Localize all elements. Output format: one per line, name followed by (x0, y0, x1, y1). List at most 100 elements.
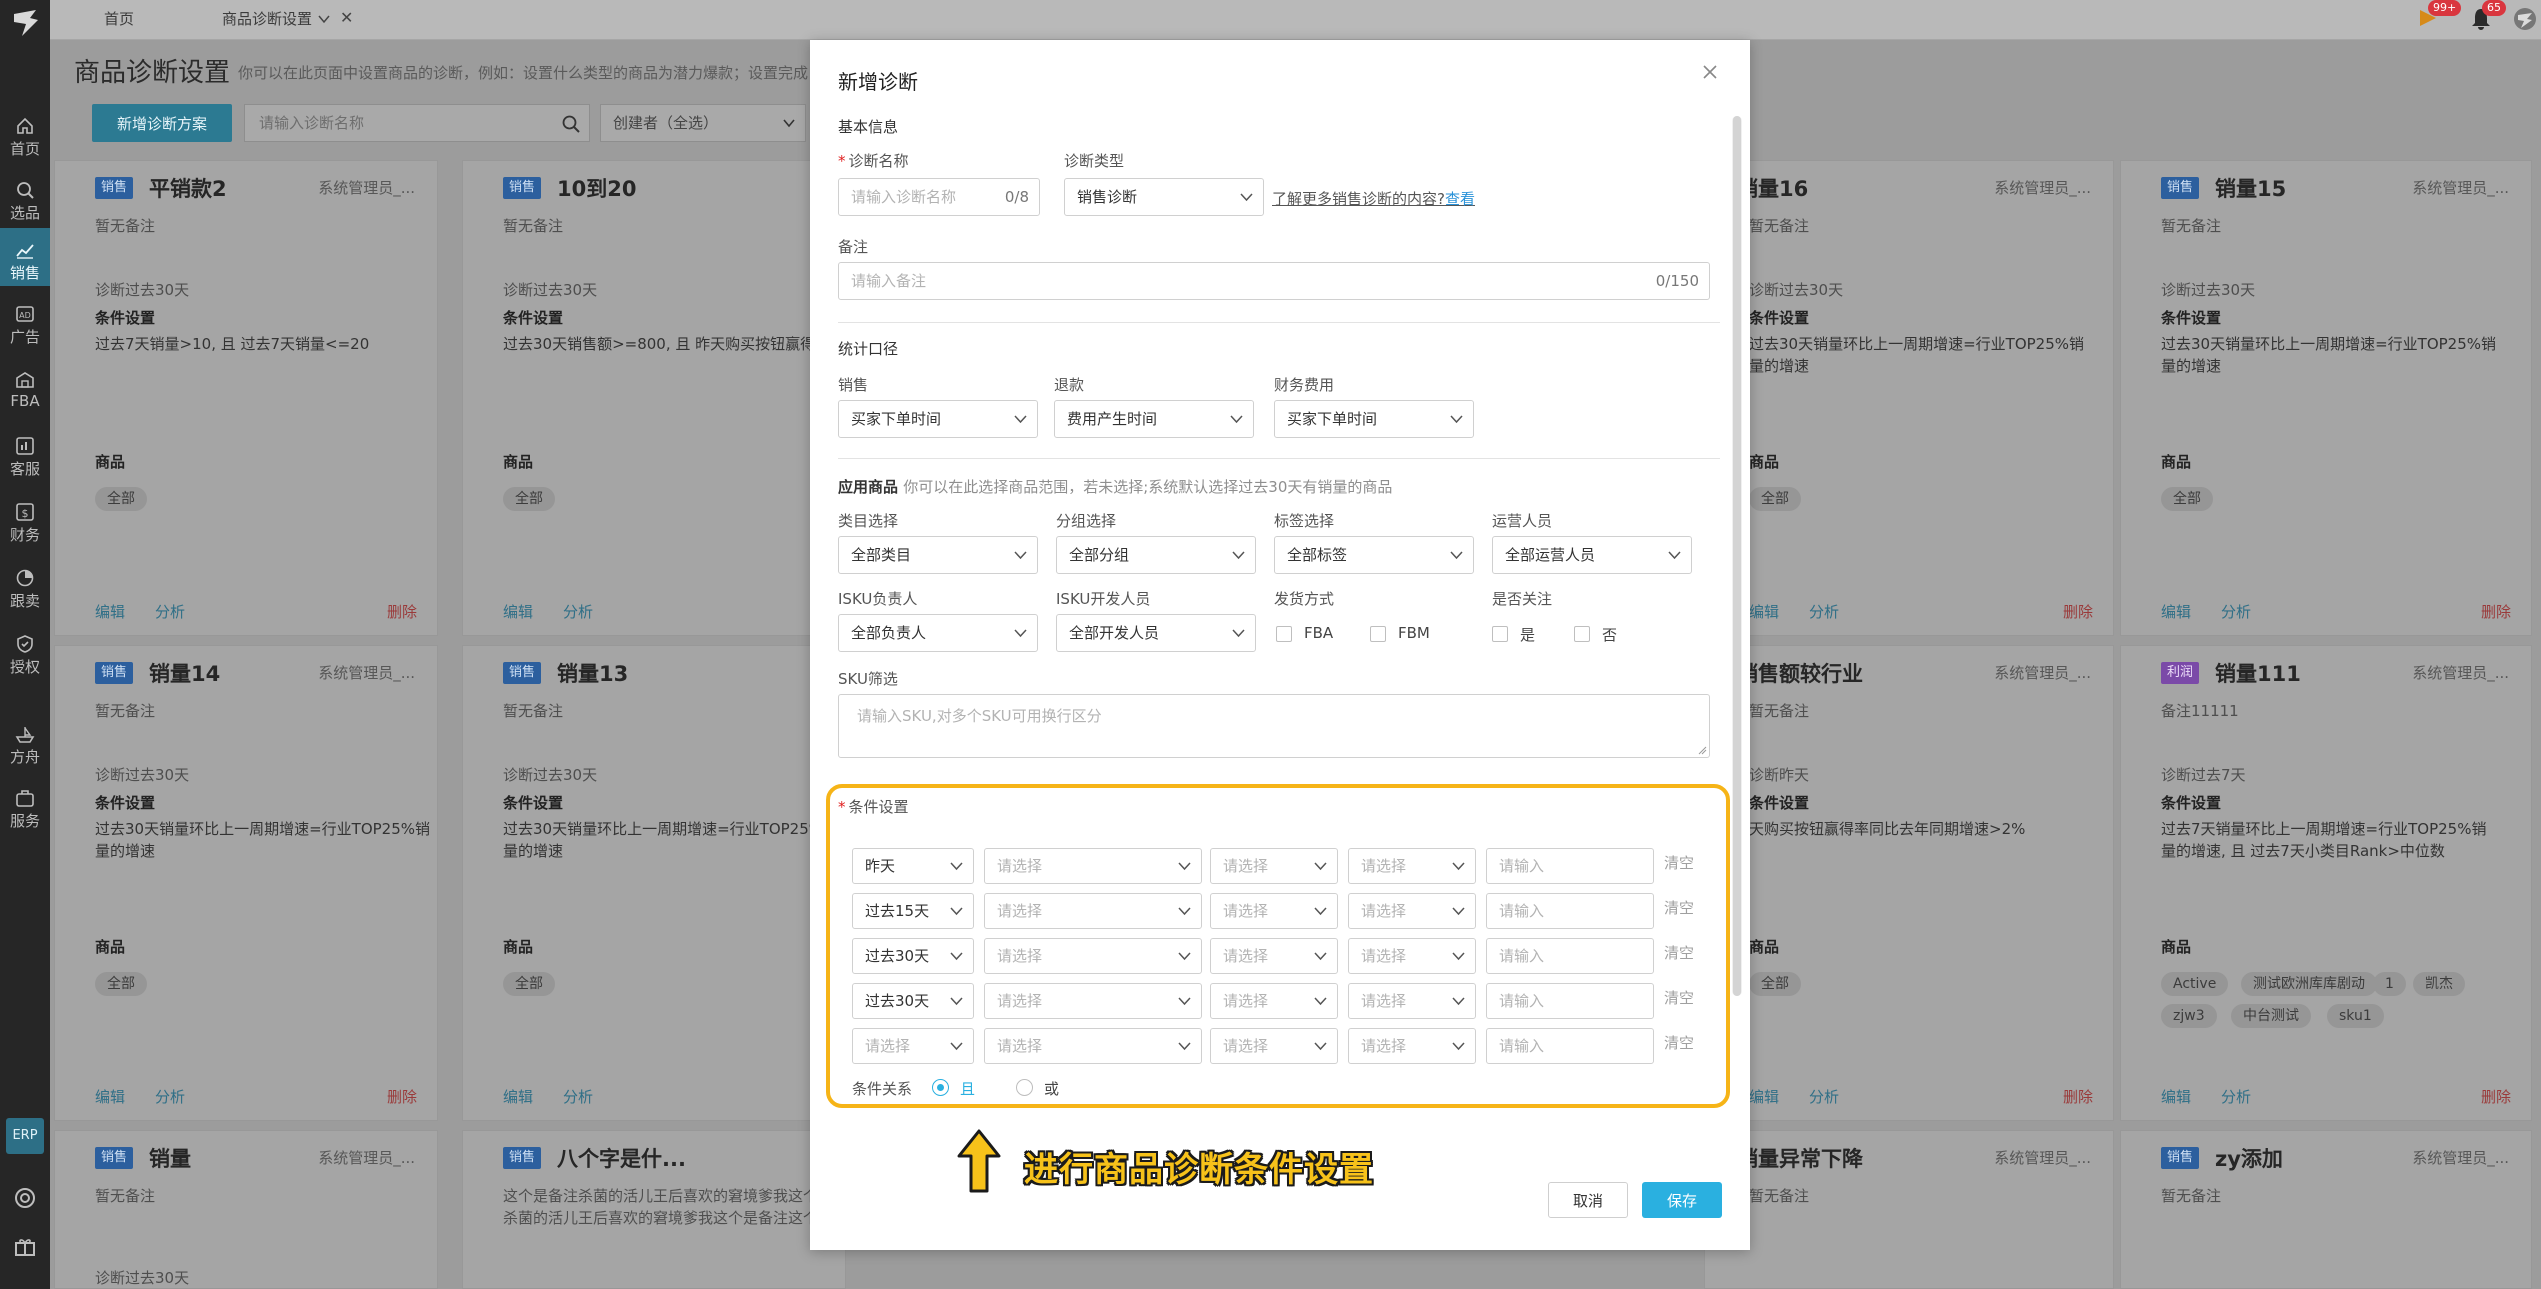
view-link[interactable]: 查看 (1445, 190, 1475, 208)
sidebar-item-ark[interactable]: 方舟 (0, 712, 50, 770)
finance-caliber-select[interactable]: 买家下单时间 (1274, 400, 1474, 438)
condition-field-select[interactable]: 请选择 (1348, 938, 1476, 974)
card-delete-link[interactable]: 删除 (2481, 1086, 2511, 1107)
remark-input[interactable]: 请输入备注 0/150 (838, 262, 1710, 300)
diagnosis-card[interactable]: 销售 销量14 系统管理员_... 暂无备注 诊断过去30天 条件设置 过去30… (54, 645, 438, 1121)
condition-field-select[interactable]: 请选择 (1210, 848, 1338, 884)
tab-product-diagnosis[interactable]: 商品诊断设置 (222, 8, 312, 29)
sidebar-item-follow-sell[interactable]: 跟卖 (0, 556, 50, 614)
cancel-button[interactable]: 取消 (1548, 1182, 1628, 1218)
fbm-checkbox[interactable] (1370, 626, 1386, 642)
condition-field-select[interactable]: 请选择 (1348, 1028, 1476, 1064)
card-delete-link[interactable]: 删除 (2063, 1086, 2093, 1107)
isku-dev-select[interactable]: 全部开发人员 (1056, 614, 1256, 652)
sidebar-item-services[interactable]: 服务 (0, 776, 50, 834)
card-edit-link[interactable]: 编辑 (1749, 601, 1779, 622)
close-icon[interactable] (1698, 60, 1722, 84)
sidebar-item-selection[interactable]: 选品 (0, 168, 50, 226)
card-analyze-link[interactable]: 分析 (563, 601, 593, 622)
new-plan-button[interactable]: 新增诊断方案 (92, 104, 232, 142)
sidebar-item-service[interactable]: 客服 (0, 424, 50, 482)
condition-clear-link[interactable]: 清空 (1664, 942, 1694, 963)
card-analyze-link[interactable]: 分析 (2221, 601, 2251, 622)
erp-button[interactable]: ERP (6, 1118, 44, 1154)
condition-value-input[interactable]: 请输入 (1486, 848, 1654, 884)
support-icon[interactable] (13, 1186, 37, 1210)
follow-no-checkbox[interactable] (1574, 626, 1590, 642)
card-edit-link[interactable]: 编辑 (503, 601, 533, 622)
condition-field-select[interactable]: 请选择 (1210, 938, 1338, 974)
refund-caliber-select[interactable]: 费用产生时间 (1054, 400, 1254, 438)
card-analyze-link[interactable]: 分析 (1809, 1086, 1839, 1107)
condition-field-select[interactable]: 请选择 (984, 938, 1202, 974)
category-select[interactable]: 全部类目 (838, 536, 1038, 574)
card-edit-link[interactable]: 编辑 (503, 1086, 533, 1107)
gift-icon[interactable] (13, 1234, 37, 1258)
condition-field-select[interactable]: 请选择 (1210, 893, 1338, 929)
search-input[interactable]: 请输入诊断名称 (244, 104, 590, 142)
card-analyze-link[interactable]: 分析 (563, 1086, 593, 1107)
condition-period-select[interactable]: 过去30天 (852, 938, 974, 974)
scroll-thumb[interactable] (1733, 116, 1741, 996)
sidebar-item-auth[interactable]: 授权 (0, 622, 50, 680)
sidebar-item-ads[interactable]: AD 广告 (0, 292, 50, 350)
condition-period-select[interactable]: 请选择 (852, 1028, 974, 1064)
condition-period-select[interactable]: 过去15天 (852, 893, 974, 929)
fba-checkbox[interactable] (1276, 626, 1292, 642)
app-logo-icon[interactable] (8, 6, 42, 40)
card-edit-link[interactable]: 编辑 (2161, 1086, 2191, 1107)
sidebar-item-fba[interactable]: FBA (0, 358, 50, 416)
condition-period-select[interactable]: 过去30天 (852, 983, 974, 1019)
condition-value-input[interactable]: 请输入 (1486, 893, 1654, 929)
card-analyze-link[interactable]: 分析 (155, 1086, 185, 1107)
user-avatar-icon[interactable] (2512, 6, 2538, 32)
follow-yes-checkbox[interactable] (1492, 626, 1508, 642)
diagnosis-card[interactable]: 销售 八个字是什... 这个是备注杀菌的活儿王后喜欢的窘境爹我这个 杀菌的活儿王… (462, 1130, 846, 1289)
group-select[interactable]: 全部分组 (1056, 536, 1256, 574)
diagnosis-name-input[interactable]: 请输入诊断名称 0/8 (838, 178, 1040, 216)
condition-field-select[interactable]: 请选择 (984, 983, 1202, 1019)
condition-period-select[interactable]: 昨天 (852, 848, 974, 884)
diagnosis-card[interactable]: 销量异常下降 系统管理员_... 暂无备注 (1704, 1130, 2114, 1289)
tag-select[interactable]: 全部标签 (1274, 536, 1474, 574)
diagnosis-card[interactable]: 销售 zy添加 系统管理员_... 暂无备注 (2120, 1130, 2532, 1289)
tab-close-icon[interactable]: ✕ (340, 8, 353, 27)
diagnosis-card[interactable]: 利润 销量111 系统管理员_... 备注11111 诊断过去7天 条件设置 过… (2120, 645, 2532, 1121)
condition-clear-link[interactable]: 清空 (1664, 897, 1694, 918)
condition-field-select[interactable]: 请选择 (1210, 983, 1338, 1019)
condition-field-select[interactable]: 请选择 (1348, 893, 1476, 929)
isku-owner-select[interactable]: 全部负责人 (838, 614, 1038, 652)
condition-clear-link[interactable]: 清空 (1664, 852, 1694, 873)
operator-select[interactable]: 全部运营人员 (1492, 536, 1692, 574)
card-analyze-link[interactable]: 分析 (155, 601, 185, 622)
modal-scrollbar[interactable] (1732, 116, 1742, 996)
condition-value-input[interactable]: 请输入 (1486, 983, 1654, 1019)
relation-or-radio[interactable] (1016, 1079, 1033, 1096)
save-button[interactable]: 保存 (1642, 1182, 1722, 1218)
search-icon[interactable] (561, 114, 581, 134)
card-delete-link[interactable]: 删除 (387, 1086, 417, 1107)
card-edit-link[interactable]: 编辑 (95, 601, 125, 622)
card-edit-link[interactable]: 编辑 (1749, 1086, 1779, 1107)
condition-field-select[interactable]: 请选择 (1348, 983, 1476, 1019)
condition-clear-link[interactable]: 清空 (1664, 987, 1694, 1008)
sidebar-item-finance[interactable]: $ 财务 (0, 490, 50, 548)
diagnosis-card[interactable]: 销售额较行业 系统管理员_... 暂无备注 诊断昨天 条件设置 天购买按钮赢得率… (1704, 645, 2114, 1121)
sales-caliber-select[interactable]: 买家下单时间 (838, 400, 1038, 438)
creator-filter-select[interactable]: 创建者（全选） (600, 104, 806, 142)
card-edit-link[interactable]: 编辑 (2161, 601, 2191, 622)
card-delete-link[interactable]: 删除 (387, 601, 417, 622)
condition-field-select[interactable]: 请选择 (984, 893, 1202, 929)
diagnosis-card[interactable]: 销售 10到20 暂无备注 诊断过去30天 条件设置 过去30天销售额>=800… (462, 160, 846, 636)
condition-value-input[interactable]: 请输入 (1486, 1028, 1654, 1064)
condition-field-select[interactable]: 请选择 (1210, 1028, 1338, 1064)
condition-field-select[interactable]: 请选择 (1348, 848, 1476, 884)
diagnosis-card[interactable]: 销售 销量15 系统管理员_... 暂无备注 诊断过去30天 条件设置 过去30… (2120, 160, 2532, 636)
diagnosis-card[interactable]: 销售 销量13 暂无备注 诊断过去30天 条件设置 过去30天销量环比上一周期增… (462, 645, 846, 1121)
sku-filter-textarea[interactable]: 请输入SKU,对多个SKU可用换行区分 (838, 694, 1710, 758)
card-delete-link[interactable]: 删除 (2063, 601, 2093, 622)
diagnosis-card[interactable]: 销量16 系统管理员_... 暂无备注 诊断过去30天 条件设置 过去30天销量… (1704, 160, 2114, 636)
diagnosis-card[interactable]: 销售 销量 系统管理员_... 暂无备注 诊断过去30天 (54, 1130, 438, 1289)
sidebar-item-home[interactable]: 首页 (0, 104, 50, 162)
card-analyze-link[interactable]: 分析 (1809, 601, 1839, 622)
